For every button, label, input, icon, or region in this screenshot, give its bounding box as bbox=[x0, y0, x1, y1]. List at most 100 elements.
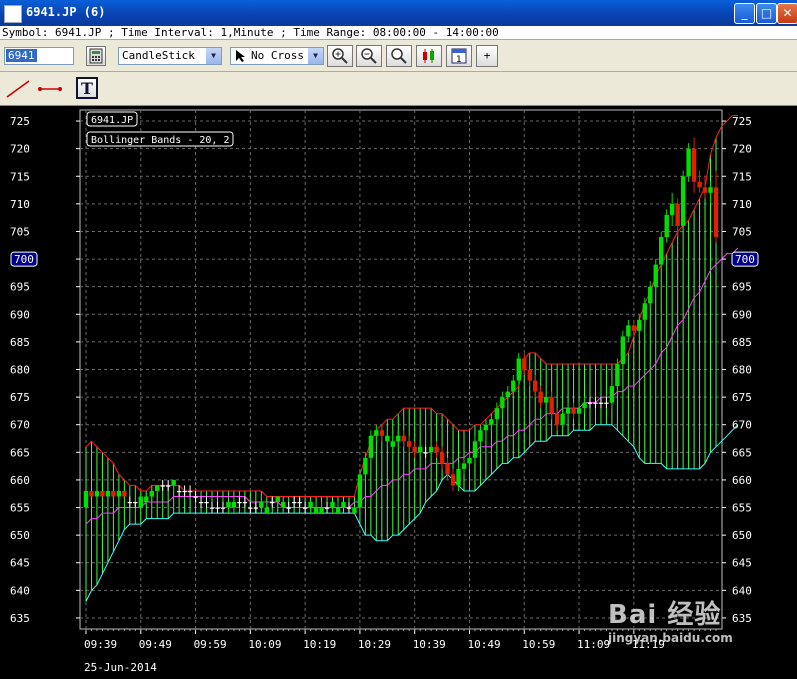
chart-app-icon bbox=[4, 5, 22, 23]
candle-body bbox=[582, 402, 587, 409]
chevron-down-icon[interactable]: ▼ bbox=[308, 48, 323, 64]
candle-body bbox=[489, 419, 494, 425]
candle-body bbox=[549, 397, 554, 414]
candle-body bbox=[576, 408, 582, 414]
candle-body bbox=[401, 435, 406, 442]
maximize-button[interactable]: □ bbox=[756, 3, 777, 24]
candle-body bbox=[237, 502, 242, 504]
window-title: 6941.JP (6) bbox=[26, 5, 106, 19]
candle-body bbox=[511, 380, 516, 392]
candle-body bbox=[423, 452, 428, 454]
candle bbox=[89, 490, 94, 497]
candle-body bbox=[565, 408, 571, 414]
y-tick-label-right: 635 bbox=[732, 612, 752, 625]
candle-body bbox=[204, 502, 209, 504]
x-tick-label: 10:19 bbox=[303, 638, 336, 651]
x-tick-label: 10:49 bbox=[467, 638, 500, 651]
symbol-input[interactable]: 6941 bbox=[4, 47, 74, 65]
candle bbox=[341, 502, 346, 508]
candle-body bbox=[319, 507, 324, 514]
add-button[interactable]: + bbox=[476, 45, 498, 67]
candle-body bbox=[691, 148, 697, 182]
candles-icon[interactable] bbox=[416, 45, 442, 67]
y-tick-label-right: 680 bbox=[732, 364, 752, 377]
candle-body bbox=[461, 463, 467, 469]
x-tick-label: 11:09 bbox=[577, 638, 610, 651]
legend-label: Bollinger Bands - 20, 2 bbox=[91, 135, 229, 146]
calendar-icon[interactable]: 1 bbox=[446, 45, 472, 67]
zoom-reset-icon[interactable] bbox=[386, 45, 412, 67]
candle-body bbox=[631, 325, 637, 331]
candle-body bbox=[242, 502, 248, 504]
y-tick-label-right: 675 bbox=[732, 391, 752, 404]
close-button[interactable]: ✕ bbox=[777, 3, 797, 24]
candle-body bbox=[434, 446, 439, 453]
candle-body bbox=[291, 502, 297, 504]
candle-body bbox=[664, 214, 669, 237]
trend-line-icon[interactable] bbox=[4, 78, 32, 100]
y-tick-label-left: 690 bbox=[10, 308, 30, 321]
candle-body bbox=[653, 264, 658, 287]
date-label: 25-Jun-2014 bbox=[84, 661, 157, 674]
candle-body bbox=[483, 424, 489, 431]
candle-body bbox=[270, 502, 275, 504]
price-marker-right-text: 700 bbox=[735, 253, 755, 266]
candle-body bbox=[286, 507, 291, 509]
chevron-down-icon[interactable]: ▼ bbox=[206, 48, 221, 64]
candle-body bbox=[609, 386, 615, 403]
candle-body bbox=[297, 502, 302, 504]
candle-body bbox=[187, 490, 193, 493]
candle-body bbox=[324, 507, 330, 509]
zoom-in-icon[interactable] bbox=[327, 45, 353, 67]
main-toolbar: 6941 CandleStick ▼ No Cross ▼ 1 + bbox=[0, 41, 797, 72]
candle-body bbox=[248, 507, 253, 509]
candle-body bbox=[111, 490, 116, 497]
candle-body bbox=[587, 402, 593, 404]
chart-type-select[interactable]: CandleStick ▼ bbox=[118, 47, 222, 65]
y-tick-label-right: 715 bbox=[732, 170, 752, 183]
x-tick-label: 10:39 bbox=[413, 638, 446, 651]
candle-body bbox=[593, 402, 598, 404]
candle-body bbox=[182, 490, 187, 493]
candle-body bbox=[127, 502, 133, 504]
candle-body bbox=[105, 490, 111, 497]
y-tick-label-right: 720 bbox=[732, 143, 752, 156]
candle-body bbox=[281, 502, 286, 508]
candle-body bbox=[341, 502, 346, 508]
candle-body bbox=[122, 490, 127, 497]
y-tick-label-right: 710 bbox=[732, 198, 752, 211]
x-tick-label: 09:59 bbox=[194, 638, 227, 651]
y-tick-label-left: 635 bbox=[10, 612, 30, 625]
candle-body bbox=[527, 369, 532, 381]
zoom-out-icon[interactable] bbox=[356, 45, 382, 67]
watermark-subtext: jingyan.baidu.com bbox=[608, 631, 733, 645]
y-tick-label-left: 640 bbox=[10, 584, 30, 597]
candle-body bbox=[538, 391, 543, 403]
candle-body bbox=[445, 463, 450, 475]
y-tick-label-left: 675 bbox=[10, 391, 30, 404]
candle-body bbox=[620, 336, 626, 364]
candle-body bbox=[165, 485, 171, 487]
cursor-mode-select[interactable]: No Cross ▼ bbox=[230, 47, 324, 65]
candle-body bbox=[675, 203, 680, 226]
candle-body bbox=[390, 441, 395, 447]
horizontal-line-icon[interactable] bbox=[36, 78, 64, 100]
candle-body bbox=[713, 187, 719, 237]
candle-body bbox=[560, 413, 565, 425]
y-tick-label-left: 710 bbox=[10, 198, 30, 211]
x-tick-label: 10:09 bbox=[248, 638, 281, 651]
y-tick-label-right: 690 bbox=[732, 308, 752, 321]
candle bbox=[352, 507, 357, 514]
chart-type-value: CandleStick bbox=[122, 49, 195, 62]
y-tick-label-right: 670 bbox=[732, 419, 752, 432]
text-tool-button[interactable]: T bbox=[76, 77, 98, 99]
candle-body bbox=[516, 358, 521, 381]
candle-body bbox=[176, 490, 182, 493]
calculator-icon[interactable] bbox=[86, 46, 106, 66]
candle-body bbox=[543, 397, 549, 403]
minimize-button[interactable]: _ bbox=[734, 3, 755, 24]
candle bbox=[111, 490, 116, 497]
candle-body bbox=[160, 485, 165, 487]
candle bbox=[116, 490, 122, 497]
candle bbox=[659, 231, 664, 271]
